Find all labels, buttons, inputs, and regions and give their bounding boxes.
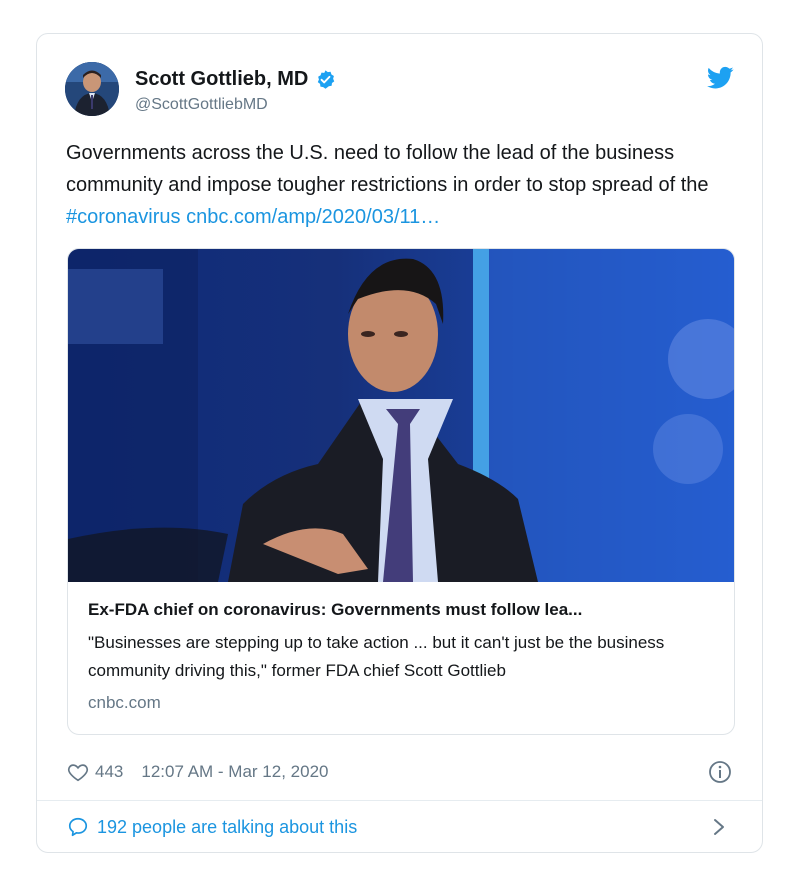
- chevron-right-icon[interactable]: [712, 817, 726, 837]
- tweet-embed-card: Scott Gottlieb, MD @ScottGottliebMD Gove…: [36, 33, 763, 853]
- tweet-text: Governments across the U.S. need to foll…: [66, 137, 746, 233]
- twitter-bird-icon[interactable]: [707, 66, 734, 90]
- article-photo: [68, 249, 734, 582]
- author-handle[interactable]: @ScottGottliebMD: [135, 96, 268, 114]
- hashtag-link[interactable]: #coronavirus: [66, 206, 181, 228]
- author-name[interactable]: Scott Gottlieb, MD: [135, 68, 308, 91]
- article-description: "Businesses are stepping up to take acti…: [88, 633, 665, 680]
- verified-badge-icon: [318, 70, 335, 89]
- author-name-row: Scott Gottlieb, MD: [135, 68, 336, 91]
- like-count[interactable]: 443: [95, 762, 123, 782]
- tweet-meta-row: 443 12:07 AM - Mar 12, 2020: [67, 758, 732, 786]
- info-icon[interactable]: [708, 760, 732, 784]
- speech-bubble-icon: [68, 817, 88, 837]
- link-preview-body: Ex-FDA chief on coronavirus: Governments…: [88, 599, 714, 713]
- article-headline[interactable]: Ex-FDA chief on coronavirus: Governments…: [88, 599, 714, 621]
- tweet-header: Scott Gottlieb, MD @ScottGottliebMD: [65, 62, 734, 122]
- tweet-timestamp[interactable]: 12:07 AM - Mar 12, 2020: [141, 762, 328, 782]
- tweet-body-text: Governments across the U.S. need to foll…: [66, 142, 709, 196]
- avatar[interactable]: [65, 62, 119, 116]
- link-preview-card[interactable]: Ex-FDA chief on coronavirus: Governments…: [67, 248, 735, 735]
- divider: [37, 800, 762, 801]
- article-link[interactable]: cnbc.com/amp/2020/03/11…: [186, 206, 440, 228]
- heart-icon[interactable]: [67, 761, 89, 783]
- talking-count-label[interactable]: 192 people are talking about this: [97, 817, 357, 838]
- conversation-link[interactable]: 192 people are talking about this: [67, 812, 732, 842]
- article-domain: cnbc.com: [88, 693, 161, 712]
